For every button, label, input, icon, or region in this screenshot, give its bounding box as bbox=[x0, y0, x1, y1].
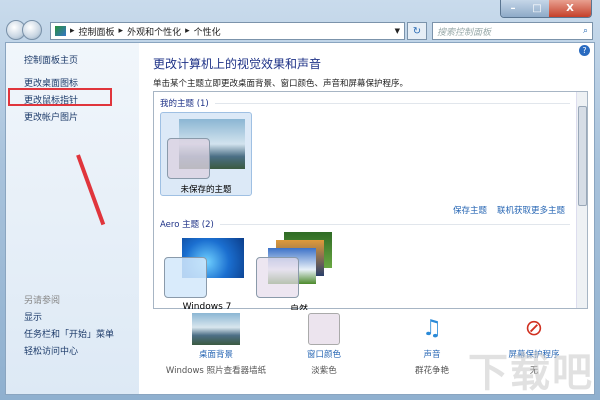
maximize-button[interactable]: □ bbox=[525, 0, 549, 17]
breadcrumb-item[interactable]: 个性化 bbox=[194, 25, 221, 38]
wallpaper-icon bbox=[192, 313, 240, 345]
dropdown-icon[interactable]: ▼ bbox=[395, 27, 400, 35]
setting-value: Windows 照片查看器墙纸 bbox=[165, 366, 267, 376]
scrollbar[interactable] bbox=[576, 92, 587, 308]
group-label: 我的主题 (1) bbox=[160, 99, 209, 109]
nav-buttons bbox=[6, 20, 46, 40]
aero-themes-header: Aero 主题 (2) bbox=[160, 218, 570, 230]
color-swatch-icon bbox=[308, 313, 340, 345]
setting-value: 群花争艳 bbox=[414, 366, 449, 376]
see-also-ease-of-access[interactable]: 轻松访问中心 bbox=[24, 344, 78, 357]
scrollbar-thumb[interactable] bbox=[578, 106, 587, 206]
desktop-background-setting[interactable]: 桌面背景 Windows 照片查看器墙纸 bbox=[161, 313, 271, 376]
group-label: Aero 主题 (2) bbox=[160, 220, 214, 230]
chevron-right-icon: ▸ bbox=[70, 26, 75, 36]
see-also-taskbar[interactable]: 任务栏和「开始」菜单 bbox=[24, 327, 114, 340]
theme-nature[interactable]: 自然 bbox=[254, 232, 344, 310]
highlight-box bbox=[8, 88, 112, 106]
theme-label: Windows 7 bbox=[182, 302, 232, 310]
window-color-setting[interactable]: 窗口颜色 淡紫色 bbox=[289, 313, 359, 376]
help-icon[interactable]: ? bbox=[579, 45, 590, 56]
minimize-button[interactable]: – bbox=[501, 0, 525, 17]
sidebar-item-account-picture[interactable]: 更改帐户图片 bbox=[24, 110, 78, 123]
my-themes-header: 我的主题 (1) bbox=[160, 97, 570, 109]
search-input[interactable]: 搜索控制面板 ⌕ bbox=[432, 22, 593, 40]
theme-label: 未保存的主题 bbox=[180, 185, 232, 195]
sound-setting[interactable]: ♫ 声音 群花争艳 bbox=[397, 313, 467, 376]
theme-list: 我的主题 (1) 未保存的主题 保存主题 联机获取更多主题 Aero 主题 (2… bbox=[153, 91, 588, 310]
color-swatch bbox=[256, 257, 299, 298]
close-button[interactable]: X bbox=[549, 0, 591, 17]
color-swatch bbox=[167, 138, 210, 179]
setting-label: 窗口颜色 bbox=[306, 350, 341, 360]
refresh-button[interactable]: ↻ bbox=[407, 22, 427, 40]
setting-label: 声音 bbox=[423, 350, 441, 360]
breadcrumb-item[interactable]: 控制面板 bbox=[79, 25, 115, 38]
sound-icon: ♫ bbox=[422, 316, 442, 341]
control-panel-icon bbox=[55, 26, 66, 36]
page-subtitle: 单击某个主题立即更改桌面背景、窗口颜色、声音和屏幕保护程序。 bbox=[153, 79, 409, 89]
search-placeholder: 搜索控制面板 bbox=[437, 27, 492, 38]
address-bar[interactable]: ▸ 控制面板 ▸ 外观和个性化 ▸ 个性化 ▼ bbox=[50, 22, 405, 40]
theme-unsaved[interactable]: 未保存的主题 bbox=[160, 112, 252, 196]
window-controls: – □ X bbox=[500, 0, 592, 18]
page-title: 更改计算机上的视觉效果和声音 bbox=[153, 57, 322, 71]
breadcrumb-item[interactable]: 外观和个性化 bbox=[127, 25, 181, 38]
search-icon: ⌕ bbox=[582, 26, 588, 36]
sidebar-item-home[interactable]: 控制面板主页 bbox=[24, 53, 78, 66]
setting-label: 桌面背景 bbox=[198, 350, 233, 360]
get-more-themes-link[interactable]: 联机获取更多主题 bbox=[497, 204, 565, 216]
see-also-heading: 另请参阅 bbox=[24, 296, 61, 306]
watermark: 下载吧 bbox=[468, 350, 594, 396]
forward-button[interactable] bbox=[22, 20, 42, 40]
color-swatch bbox=[164, 257, 207, 298]
theme-windows7[interactable]: Windows 7 bbox=[162, 232, 252, 310]
see-also-display[interactable]: 显示 bbox=[24, 310, 42, 323]
sidebar: 控制面板主页 更改桌面图标 更改鼠标指针 更改帐户图片 另请参阅 显示 任务栏和… bbox=[6, 43, 139, 394]
chevron-right-icon: ▸ bbox=[185, 26, 190, 36]
save-theme-link[interactable]: 保存主题 bbox=[453, 204, 487, 216]
setting-value: 淡紫色 bbox=[311, 366, 337, 376]
theme-label: 自然 bbox=[289, 305, 308, 310]
chevron-right-icon: ▸ bbox=[118, 26, 124, 36]
